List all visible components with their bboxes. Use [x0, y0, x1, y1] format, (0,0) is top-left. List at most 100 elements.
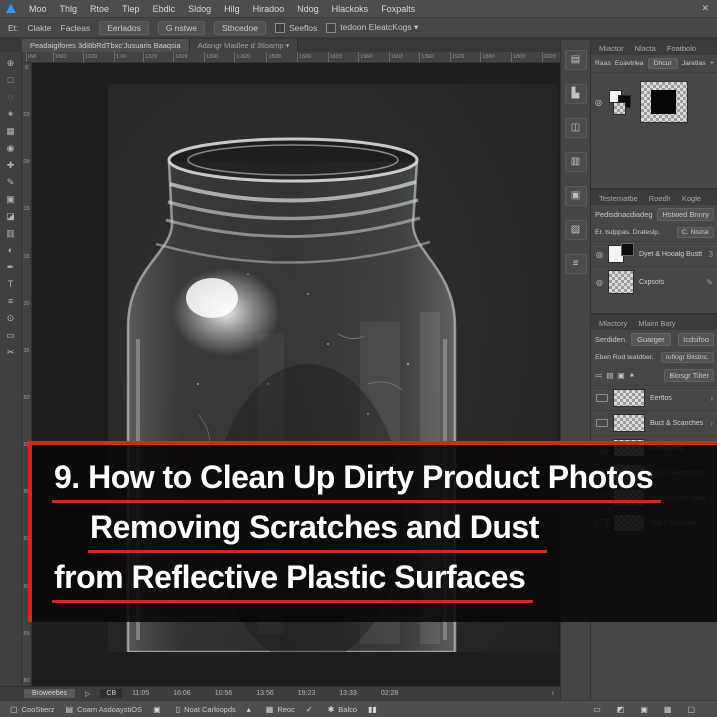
taskbar-item[interactable]: ▣: [153, 705, 165, 714]
subtab[interactable]: Raas: [595, 60, 611, 67]
options-checkbox-2[interactable]: tedoon EleatcKogs ▾: [326, 22, 418, 33]
panel-tool-icon[interactable]: ✶: [629, 371, 635, 380]
taskbar-item[interactable]: ✓: [306, 705, 317, 714]
tray-icon[interactable]: ◩: [617, 705, 625, 714]
tool-icon[interactable]: ≡: [3, 294, 19, 308]
menu-item[interactable]: Hilg: [224, 4, 240, 14]
tool-icon[interactable]: ▥: [3, 226, 19, 240]
row-button[interactable]: Guarger: [631, 333, 671, 346]
layer-thumbnail[interactable]: [613, 414, 645, 432]
taskbar-item[interactable]: ▴: [247, 705, 255, 714]
taskbar-item[interactable]: ▮▮: [368, 705, 381, 714]
panel-shortcut-icon[interactable]: ▤: [564, 50, 587, 70]
panel-tool-icon[interactable]: ▣: [618, 371, 625, 380]
layer-toggle-icon[interactable]: [596, 394, 608, 402]
layer-row[interactable]: Buct & Scanches Filter ›: [591, 410, 717, 435]
mask-chip[interactable]: [620, 242, 634, 256]
layer-mask-thumbnail[interactable]: [639, 81, 688, 123]
menu-item[interactable]: Moo: [29, 4, 47, 14]
panel-shortcut-icon[interactable]: ▥: [564, 152, 587, 172]
panel-tool-icon[interactable]: ≔: [595, 371, 603, 380]
visibility-eye-icon[interactable]: ◎: [596, 250, 603, 259]
subtab[interactable]: Eoavtrlea: [615, 60, 644, 67]
tool-icon[interactable]: ✒: [3, 260, 19, 274]
menu-item[interactable]: Rtoe: [90, 4, 109, 14]
panel-tab[interactable]: Roedlr: [644, 192, 676, 205]
timeline-expand-icon[interactable]: ›: [552, 690, 554, 697]
panel-tab[interactable]: Nlacta: [630, 42, 661, 55]
tool-icon[interactable]: ✂: [3, 345, 19, 359]
tool-icon[interactable]: ◉: [3, 141, 19, 155]
tool-icon[interactable]: ◪: [3, 209, 19, 223]
layer-row[interactable]: ◎ Cxpsots ✎: [591, 266, 717, 297]
panel-tab[interactable]: Foatbolo: [662, 42, 701, 55]
layer-thumbnail[interactable]: [607, 270, 634, 294]
subtab[interactable]: Jaretlas: [682, 60, 706, 67]
subtab-button[interactable]: Dhcur: [647, 58, 678, 69]
tool-icon[interactable]: □: [3, 73, 19, 87]
dropdown[interactable]: Blosgr Tilter: [664, 369, 714, 382]
layer-name[interactable]: Cxpsots: [639, 279, 701, 286]
options-button-2[interactable]: G nstwe: [157, 20, 206, 35]
mask-row[interactable]: ◎: [591, 73, 717, 126]
panel-shortcut-icon[interactable]: ≡: [564, 254, 587, 274]
menu-item[interactable]: Ebdlc: [153, 4, 176, 14]
checkbox-icon[interactable]: [274, 22, 285, 33]
layer-name[interactable]: Buct & Scanches Filter: [650, 420, 705, 427]
tool-icon[interactable]: ▣: [3, 192, 19, 206]
color-swatches[interactable]: [608, 90, 633, 115]
panel-shortcut-icon[interactable]: ◫: [564, 118, 587, 138]
dropdown[interactable]: Icdsifoo: [678, 333, 714, 346]
layer-row[interactable]: Eertlos ›: [591, 385, 717, 410]
timeline-badge[interactable]: CB: [100, 689, 123, 698]
visibility-eye-icon[interactable]: ◎: [595, 98, 602, 107]
tray-icon[interactable]: ▣: [640, 705, 648, 714]
layer-name[interactable]: Eertlos: [650, 395, 705, 402]
tool-icon[interactable]: ◐: [3, 243, 19, 257]
tool-icon[interactable]: ✶: [3, 107, 19, 121]
panel-tab[interactable]: Kogle: [677, 192, 706, 205]
tray-icon[interactable]: ▦: [664, 705, 672, 714]
options-button-3[interactable]: Sthcedoe: [214, 20, 266, 35]
menu-item[interactable]: Tlep: [122, 4, 140, 14]
menu-item[interactable]: Hiradoo: [253, 4, 285, 14]
options-checkbox-1[interactable]: Seeflos: [274, 22, 317, 33]
tool-icon[interactable]: ⊙: [3, 311, 19, 325]
tool-icon[interactable]: ✎: [3, 175, 19, 189]
tool-icon[interactable]: ⊕: [3, 56, 19, 70]
taskbar-item[interactable]: ▦ Reoc: [266, 705, 295, 714]
tool-icon[interactable]: ◌: [3, 90, 19, 104]
visibility-eye-icon[interactable]: ◎: [596, 278, 603, 287]
tool-icon[interactable]: ✚: [3, 158, 19, 172]
tool-icon[interactable]: T: [3, 277, 19, 291]
active-tool-icon[interactable]: Et:: [8, 23, 18, 33]
taskbar-item[interactable]: ✱ Balco: [328, 705, 357, 714]
menu-item[interactable]: Ndog: [297, 4, 319, 14]
panel-tab[interactable]: Miactor: [594, 42, 629, 55]
timeline-button[interactable]: Broweebes: [24, 689, 76, 698]
tray-icon[interactable]: ▢: [687, 705, 695, 714]
taskbar-item[interactable]: ▯ Noat Carkiopds: [176, 705, 236, 714]
panel-shortcut-icon[interactable]: ▧: [564, 220, 587, 240]
layer-toggle-icon[interactable]: [596, 419, 608, 427]
chevron-right-icon[interactable]: ›: [710, 419, 713, 428]
panel-shortcut-icon[interactable]: ▙: [564, 84, 587, 104]
document-tab-inactive[interactable]: Adangr Madlee d 3tloamp ▾: [189, 39, 299, 52]
document-tab-active[interactable]: Peadaigifores 3di8bRdTbxc'Jusuaris Baaqs…: [22, 39, 190, 52]
app-logo-icon[interactable]: [6, 4, 16, 13]
panel-tab[interactable]: Mlaint Baty: [633, 317, 680, 330]
menu-item[interactable]: Sldog: [188, 4, 211, 14]
panel-shortcut-icon[interactable]: ▣: [564, 186, 587, 206]
dropdown[interactable]: C. Nlstsk: [676, 227, 714, 238]
layer-thumbnail[interactable]: [613, 389, 645, 407]
tool-icon[interactable]: ▭: [3, 328, 19, 342]
dropdown[interactable]: Hstwed Bnnry: [657, 208, 714, 221]
dropdown[interactable]: Iuflogr Bitstnc.: [660, 352, 714, 363]
options-button-1[interactable]: Eerlados: [99, 20, 149, 35]
panel-tab[interactable]: Testematbe: [594, 192, 643, 205]
tool-icon[interactable]: ▦: [3, 124, 19, 138]
tray-icon[interactable]: ▭: [593, 705, 601, 714]
panel-tool-icon[interactable]: ▤: [607, 371, 614, 380]
checkbox-icon[interactable]: [326, 22, 337, 33]
taskbar-item[interactable]: ▢ CooStierz: [10, 705, 55, 714]
